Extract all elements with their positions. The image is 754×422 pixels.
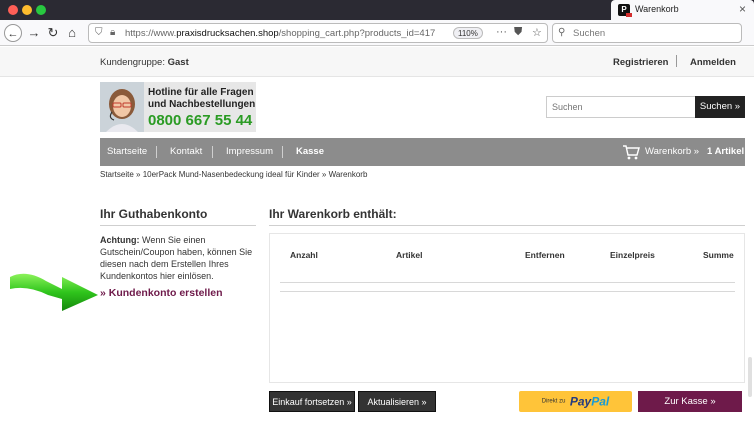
more-actions-icon[interactable]: ··· bbox=[496, 26, 507, 38]
address-bar[interactable]: ⛉ 🔒︎ https://www.praxisdrucksachen.shop/… bbox=[88, 23, 548, 43]
search-icon: ⚲ bbox=[558, 27, 566, 38]
main-navigation: Startseite Kontakt Impressum Kasse Waren… bbox=[100, 138, 745, 166]
login-link[interactable]: Anmelden bbox=[690, 57, 736, 68]
nav-divider bbox=[156, 146, 157, 158]
sidebar-notice: Achtung: Wenn Sie einen Gutschein/Coupon… bbox=[100, 235, 253, 281]
maximize-window-button[interactable] bbox=[36, 5, 46, 15]
site-favicon-icon: P bbox=[618, 4, 632, 17]
nav-divider bbox=[212, 146, 213, 158]
hotline-line-1: Hotline für alle Fragen bbox=[148, 87, 254, 98]
page-scrollbar[interactable] bbox=[748, 357, 752, 397]
column-header-entfernen: Entfernen bbox=[525, 250, 565, 260]
tab-warenkorb[interactable]: P Warenkorb × bbox=[611, 0, 754, 20]
divider bbox=[280, 282, 735, 283]
hotline-line-2: und Nachbestellungen bbox=[148, 99, 256, 110]
column-header-einzelpreis: Einzelpreis bbox=[610, 250, 655, 260]
forward-arrow-icon[interactable]: → bbox=[25, 24, 43, 42]
web-page: Kundengruppe: Gast Registrieren Anmelden… bbox=[0, 47, 754, 422]
checkout-button[interactable]: Zur Kasse » bbox=[638, 391, 742, 412]
reload-icon[interactable]: ↻ bbox=[44, 24, 62, 42]
browser-search-placeholder: Suchen bbox=[573, 28, 606, 39]
cart-table: Anzahl Artikel Entfernen Einzelpreis Sum… bbox=[269, 233, 745, 383]
nav-startseite[interactable]: Startseite bbox=[107, 146, 147, 157]
cart-count[interactable]: 1 Artikel bbox=[707, 146, 744, 157]
shield-icon[interactable]: ⛉ bbox=[95, 27, 103, 38]
minimize-window-button[interactable] bbox=[22, 5, 32, 15]
close-window-button[interactable] bbox=[8, 5, 18, 15]
zoom-level-badge[interactable]: 110% bbox=[453, 27, 483, 39]
divider bbox=[100, 225, 256, 226]
home-icon[interactable]: ⌂ bbox=[63, 24, 81, 42]
column-header-anzahl: Anzahl bbox=[290, 250, 318, 260]
site-search-input[interactable] bbox=[547, 97, 695, 117]
shopping-cart-icon[interactable] bbox=[622, 144, 640, 160]
nav-kontakt[interactable]: Kontakt bbox=[170, 146, 202, 157]
customer-group: Kundengruppe: Gast bbox=[100, 57, 189, 68]
paypal-logo: PayPal bbox=[569, 394, 610, 409]
browser-search-input[interactable]: ⚲ Suchen bbox=[552, 23, 742, 43]
bookmark-star-icon[interactable]: ☆ bbox=[532, 26, 542, 39]
browser-titlebar: P Warenkorb × bbox=[0, 0, 754, 20]
search-button[interactable]: Suchen » bbox=[695, 96, 745, 118]
cart-link[interactable]: Warenkorb » bbox=[645, 146, 699, 157]
close-tab-icon[interactable]: × bbox=[739, 2, 746, 16]
divider bbox=[269, 225, 745, 226]
top-strip: Kundengruppe: Gast Registrieren Anmelden bbox=[0, 47, 754, 77]
divider bbox=[280, 291, 735, 292]
back-arrow-icon[interactable]: ← bbox=[4, 24, 22, 42]
create-account-link[interactable]: » Kundenkonto erstellen bbox=[100, 287, 223, 299]
nav-divider bbox=[282, 146, 283, 158]
hotline-phone: 0800 667 55 44 bbox=[148, 112, 253, 129]
continue-shopping-button[interactable]: Einkauf fortsetzen » bbox=[269, 391, 355, 412]
register-link[interactable]: Registrieren bbox=[613, 57, 668, 68]
divider bbox=[676, 55, 677, 67]
hotline-agent-avatar bbox=[100, 82, 144, 132]
sidebar-title: Ihr Guthabenkonto bbox=[100, 207, 208, 221]
column-header-artikel: Artikel bbox=[396, 250, 423, 260]
nav-kasse[interactable]: Kasse bbox=[296, 146, 324, 157]
nav-impressum[interactable]: Impressum bbox=[226, 146, 273, 157]
pocket-icon[interactable]: ⛊ bbox=[514, 26, 522, 39]
green-arrow-icon bbox=[10, 273, 98, 311]
paypal-checkout-button[interactable]: Direkt zu PayPal bbox=[519, 391, 632, 412]
browser-toolbar: ← → ↻ ⌂ ⛉ 🔒︎ https://www.praxisdrucksach… bbox=[0, 20, 754, 46]
tab-title: Warenkorb bbox=[635, 4, 679, 14]
column-header-summe: Summe bbox=[703, 250, 734, 260]
paypal-prefix: Direkt zu bbox=[541, 398, 566, 405]
cart-title: Ihr Warenkorb enthält: bbox=[269, 207, 397, 221]
url-text: https://www.praxisdrucksachen.shop/shopp… bbox=[125, 28, 436, 39]
update-cart-button[interactable]: Aktualisieren » bbox=[358, 391, 436, 412]
site-search-field[interactable] bbox=[546, 96, 696, 118]
breadcrumb[interactable]: Startseite » 10erPack Mund-Nasenbedeckun… bbox=[100, 170, 367, 179]
lock-icon[interactable]: 🔒︎ bbox=[110, 27, 115, 38]
hotline-banner[interactable]: Hotline für alle Fragen und Nachbestellu… bbox=[100, 82, 256, 132]
